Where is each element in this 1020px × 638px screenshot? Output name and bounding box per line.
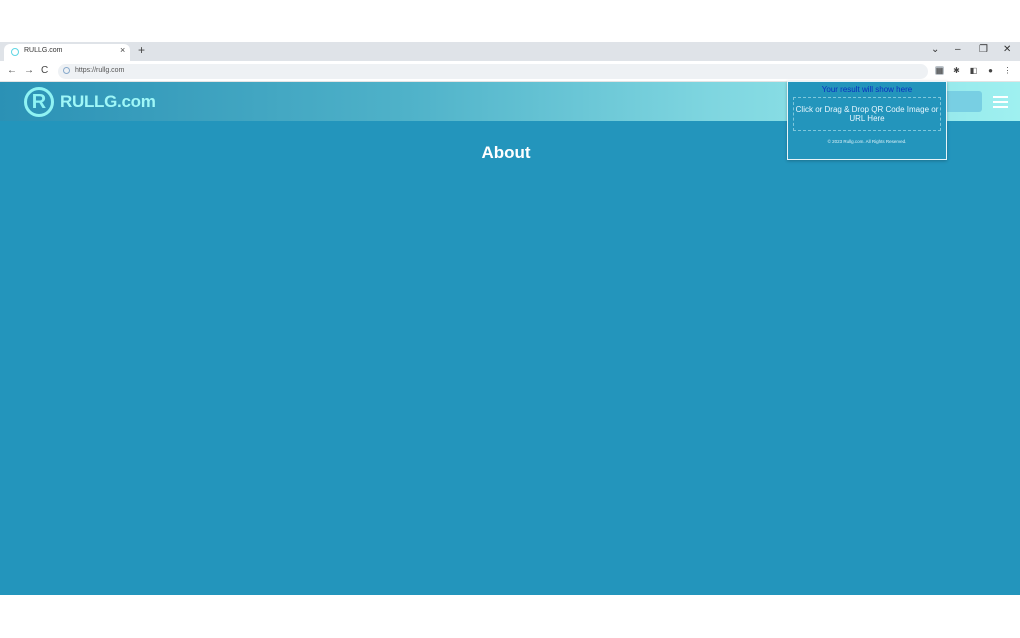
restore-button[interactable]: ❐ — [979, 44, 988, 55]
tab-title: RULLG.com — [24, 47, 63, 54]
address-bar[interactable]: https://rullg.com — [58, 64, 928, 79]
hamburger-menu-icon[interactable] — [993, 96, 1008, 111]
result-text: Your result will show here — [821, 85, 913, 94]
site-info-icon[interactable] — [63, 67, 70, 74]
tab-close-button[interactable]: × — [120, 45, 125, 55]
favicon-icon — [11, 48, 19, 56]
qr-extension-icon[interactable]: ▦ — [935, 66, 944, 75]
tab-strip: RULLG.com × + ⌄ – ❐ ✕ — [0, 42, 1020, 61]
minimize-button[interactable]: – — [955, 44, 961, 55]
logo-text[interactable]: RULLG.com — [60, 92, 156, 112]
sidebar-icon[interactable]: ◧ — [969, 66, 978, 75]
active-tab[interactable]: RULLG.com × — [4, 44, 130, 61]
drop-zone[interactable]: Click or Drag & Drop QR Code Image or UR… — [793, 97, 941, 131]
new-tab-button[interactable]: + — [138, 43, 145, 57]
browser-window: RULLG.com × + ⌄ – ❐ ✕ ← → C https://rull… — [0, 42, 1020, 595]
forward-button[interactable]: → — [24, 65, 34, 76]
browser-toolbar: ← → C https://rullg.com ▦ ✱ ◧ ● ⋮ — [0, 61, 1020, 82]
popup-footer: © 2023 Rullg.com. All Rights Reserved. — [827, 139, 907, 144]
qr-extension-popup: Your result will show here Click or Drag… — [787, 81, 947, 160]
tab-search-button[interactable]: ⌄ — [931, 44, 939, 55]
browser-menu-icon[interactable]: ⋮ — [1003, 66, 1012, 75]
back-button[interactable]: ← — [7, 65, 17, 76]
profile-icon[interactable]: ● — [986, 66, 995, 75]
close-window-button[interactable]: ✕ — [1003, 44, 1011, 55]
extensions-puzzle-icon[interactable]: ✱ — [952, 66, 961, 75]
url-text[interactable]: https://rullg.com — [75, 67, 124, 74]
logo-icon[interactable]: R — [24, 87, 54, 117]
reload-button[interactable]: C — [41, 65, 48, 76]
